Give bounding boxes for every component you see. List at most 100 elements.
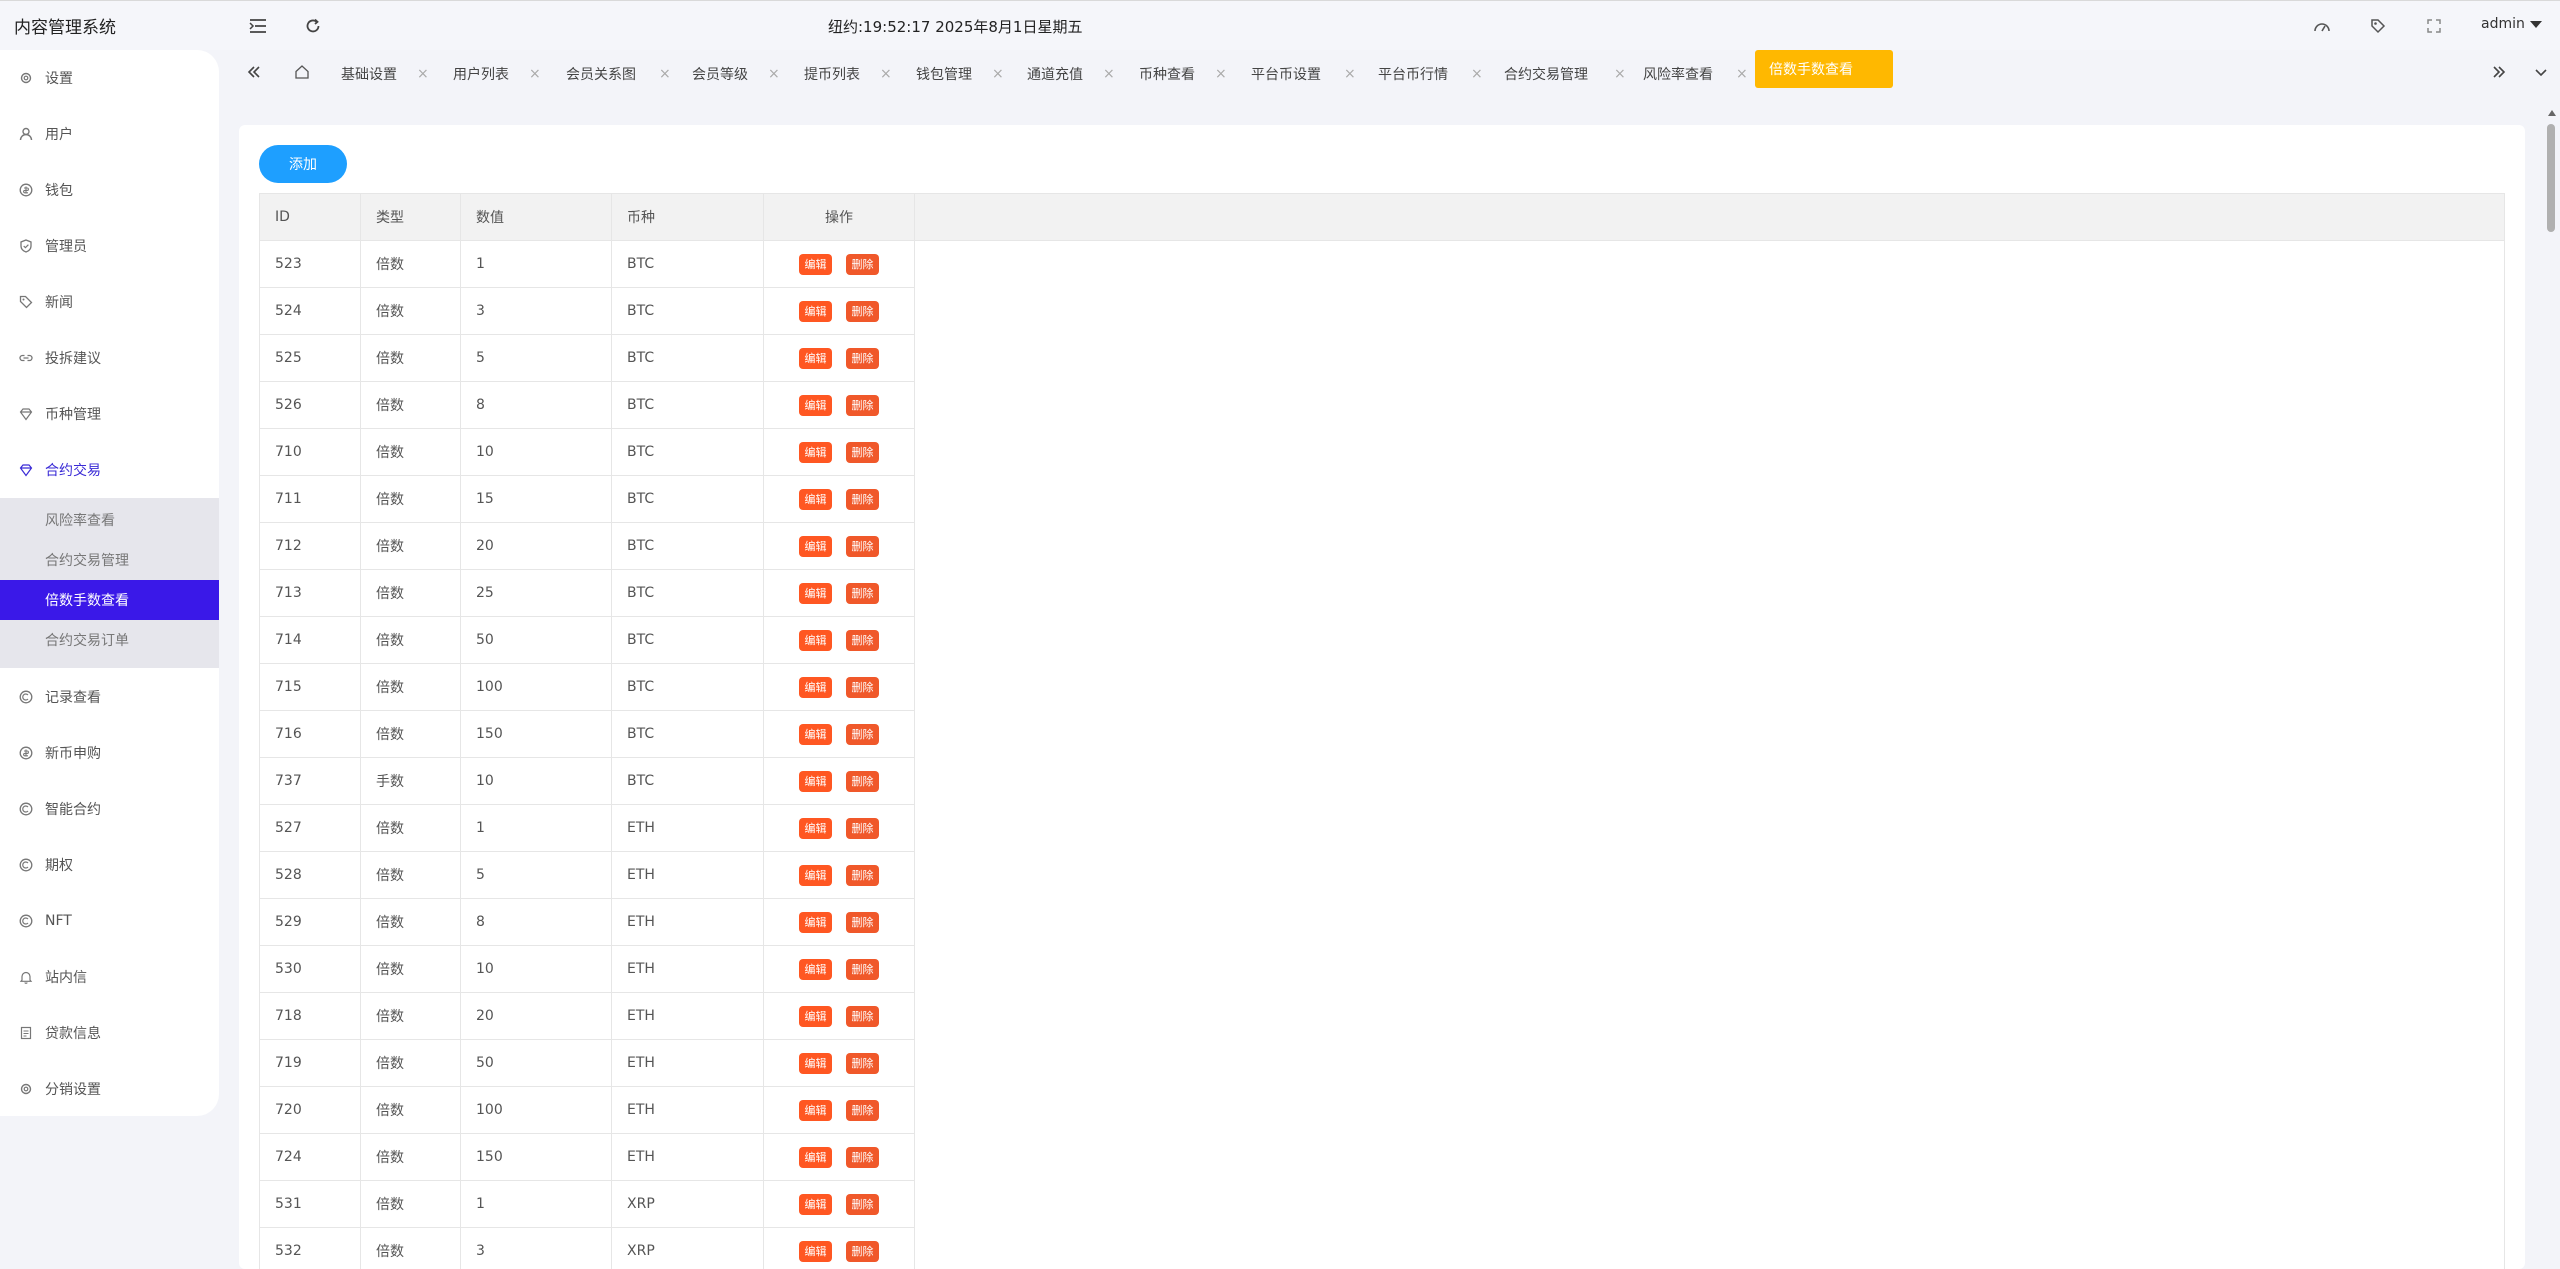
edit-button[interactable]: 编辑 bbox=[799, 1193, 832, 1215]
delete-button[interactable]: 删除 bbox=[846, 1005, 879, 1027]
column-header-id[interactable]: ID bbox=[260, 194, 361, 240]
delete-button[interactable]: 删除 bbox=[846, 911, 879, 933]
edit-button[interactable]: 编辑 bbox=[799, 300, 832, 322]
delete-button[interactable]: 删除 bbox=[846, 394, 879, 416]
edit-button[interactable]: 编辑 bbox=[799, 347, 832, 369]
edit-button[interactable]: 编辑 bbox=[799, 488, 832, 510]
edit-button[interactable]: 编辑 bbox=[799, 535, 832, 557]
tab-contract-manage[interactable]: 合约交易管理 × bbox=[1504, 60, 1626, 88]
edit-button[interactable]: 编辑 bbox=[799, 394, 832, 416]
edit-button[interactable]: 编辑 bbox=[799, 1099, 832, 1121]
column-header-type[interactable]: 类型 bbox=[361, 194, 461, 240]
sidebar-item-nft[interactable]: NFT bbox=[0, 901, 219, 941]
close-icon[interactable]: × bbox=[992, 66, 1004, 82]
tab-member-levels[interactable]: 会员等级 × bbox=[692, 60, 780, 88]
close-icon[interactable]: × bbox=[880, 66, 892, 82]
column-header-currency[interactable]: 币种 bbox=[612, 194, 764, 240]
menu-fold-icon[interactable] bbox=[246, 14, 270, 38]
sidebar-item-smart-contract[interactable]: 智能合约 bbox=[0, 789, 219, 829]
close-icon[interactable]: × bbox=[1736, 66, 1748, 82]
sidebar-item-wallet[interactable]: 钱包 bbox=[0, 170, 219, 210]
delete-button[interactable]: 删除 bbox=[846, 488, 879, 510]
fullscreen-icon[interactable] bbox=[2422, 14, 2446, 38]
user-menu[interactable]: admin bbox=[2481, 16, 2542, 32]
tag-icon[interactable] bbox=[2366, 14, 2390, 38]
tab-channel-recharge[interactable]: 通道充值 × bbox=[1027, 60, 1115, 88]
delete-button[interactable]: 删除 bbox=[846, 723, 879, 745]
delete-button[interactable]: 删除 bbox=[846, 629, 879, 651]
sidebar-item-contract-trading[interactable]: 合约交易 bbox=[0, 450, 219, 490]
sidebar-item-admins[interactable]: 管理员 bbox=[0, 226, 219, 266]
delete-button[interactable]: 删除 bbox=[846, 441, 879, 463]
delete-button[interactable]: 删除 bbox=[846, 535, 879, 557]
tab-risk-rate[interactable]: 风险率查看 × bbox=[1643, 60, 1748, 88]
tabs-scroll-left-icon[interactable] bbox=[242, 60, 266, 84]
tab-user-list[interactable]: 用户列表 × bbox=[453, 60, 541, 88]
delete-button[interactable]: 删除 bbox=[846, 1193, 879, 1215]
sidebar-item-messages[interactable]: 站内信 bbox=[0, 957, 219, 997]
close-icon[interactable]: × bbox=[1344, 66, 1356, 82]
sidebar-item-currency[interactable]: 币种管理 bbox=[0, 394, 219, 434]
delete-button[interactable]: 删除 bbox=[846, 864, 879, 886]
delete-button[interactable]: 删除 bbox=[846, 1240, 879, 1262]
add-button[interactable]: 添加 bbox=[259, 145, 347, 183]
delete-button[interactable]: 删除 bbox=[846, 582, 879, 604]
edit-button[interactable]: 编辑 bbox=[799, 582, 832, 604]
tab-platform-coin-market[interactable]: 平台币行情 × bbox=[1378, 60, 1483, 88]
edit-button[interactable]: 编辑 bbox=[799, 911, 832, 933]
sidebar-item-feedback[interactable]: 投拆建议 bbox=[0, 338, 219, 378]
submenu-item-contract-manage[interactable]: 合约交易管理 bbox=[0, 540, 219, 580]
tabs-scroll-right-icon[interactable] bbox=[2487, 60, 2511, 84]
sidebar-item-users[interactable]: 用户 bbox=[0, 114, 219, 154]
sidebar-item-loans[interactable]: 贷款信息 bbox=[0, 1013, 219, 1053]
tab-platform-coin-settings[interactable]: 平台币设置 × bbox=[1251, 60, 1356, 88]
delete-button[interactable]: 删除 bbox=[846, 770, 879, 792]
delete-button[interactable]: 删除 bbox=[846, 676, 879, 698]
delete-button[interactable]: 删除 bbox=[846, 817, 879, 839]
sidebar-item-news[interactable]: 新闻 bbox=[0, 282, 219, 322]
sidebar-item-options[interactable]: 期权 bbox=[0, 845, 219, 885]
delete-button[interactable]: 删除 bbox=[846, 1099, 879, 1121]
delete-button[interactable]: 删除 bbox=[846, 1146, 879, 1168]
edit-button[interactable]: 编辑 bbox=[799, 864, 832, 886]
page-scrollbar[interactable] bbox=[2545, 110, 2557, 1269]
delete-button[interactable]: 删除 bbox=[846, 347, 879, 369]
close-icon[interactable]: × bbox=[1103, 66, 1115, 82]
scrollbar-thumb[interactable] bbox=[2547, 124, 2555, 232]
delete-button[interactable]: 删除 bbox=[846, 253, 879, 275]
theme-icon[interactable] bbox=[2310, 14, 2334, 38]
tab-multiplier-view[interactable]: 倍数手数查看 bbox=[1755, 50, 1893, 88]
edit-button[interactable]: 编辑 bbox=[799, 676, 832, 698]
edit-button[interactable]: 编辑 bbox=[799, 817, 832, 839]
delete-button[interactable]: 删除 bbox=[846, 1052, 879, 1074]
sidebar-item-new-coin[interactable]: 新币申购 bbox=[0, 733, 219, 773]
close-icon[interactable]: × bbox=[417, 66, 429, 82]
home-icon[interactable] bbox=[290, 60, 314, 84]
edit-button[interactable]: 编辑 bbox=[799, 1240, 832, 1262]
chevron-down-icon[interactable] bbox=[2529, 60, 2553, 84]
edit-button[interactable]: 编辑 bbox=[799, 441, 832, 463]
close-icon[interactable]: × bbox=[1471, 66, 1483, 82]
delete-button[interactable]: 删除 bbox=[846, 300, 879, 322]
close-icon[interactable]: × bbox=[529, 66, 541, 82]
sidebar-item-records[interactable]: 记录查看 bbox=[0, 677, 219, 717]
tab-member-relations[interactable]: 会员关系图 × bbox=[566, 60, 671, 88]
edit-button[interactable]: 编辑 bbox=[799, 1146, 832, 1168]
tab-withdraw-list[interactable]: 提币列表 × bbox=[804, 60, 892, 88]
delete-button[interactable]: 删除 bbox=[846, 958, 879, 980]
edit-button[interactable]: 编辑 bbox=[799, 958, 832, 980]
submenu-item-multiplier-view[interactable]: 倍数手数查看 bbox=[0, 580, 219, 620]
tab-wallet-manage[interactable]: 钱包管理 × bbox=[916, 60, 1004, 88]
close-icon[interactable]: × bbox=[659, 66, 671, 82]
close-icon[interactable]: × bbox=[1614, 66, 1626, 82]
refresh-icon[interactable] bbox=[301, 14, 325, 38]
close-icon[interactable]: × bbox=[1215, 66, 1227, 82]
close-icon[interactable]: × bbox=[768, 66, 780, 82]
submenu-item-risk-rate[interactable]: 风险率查看 bbox=[0, 500, 219, 540]
edit-button[interactable]: 编辑 bbox=[799, 723, 832, 745]
sidebar-item-settings[interactable]: 设置 bbox=[0, 58, 219, 98]
submenu-item-contract-orders[interactable]: 合约交易订单 bbox=[0, 620, 219, 660]
edit-button[interactable]: 编辑 bbox=[799, 629, 832, 651]
edit-button[interactable]: 编辑 bbox=[799, 770, 832, 792]
edit-button[interactable]: 编辑 bbox=[799, 253, 832, 275]
